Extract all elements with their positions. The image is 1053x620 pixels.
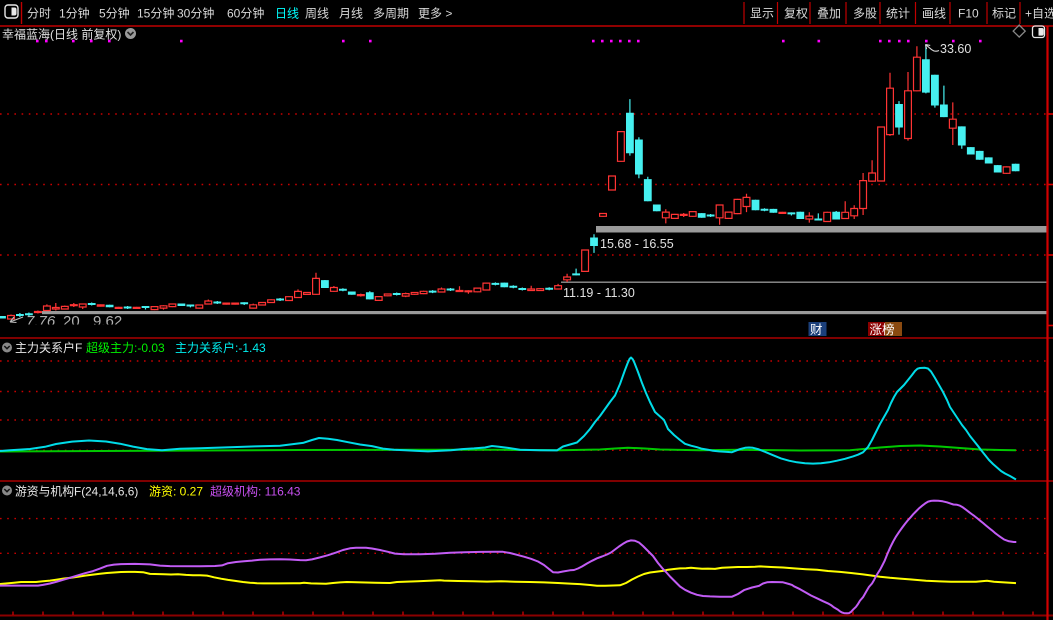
svg-text:15.68 - 16.55: 15.68 - 16.55 xyxy=(600,237,674,251)
svg-text:5分钟: 5分钟 xyxy=(99,6,130,21)
svg-text:游资: 0.27: 游资: 0.27 xyxy=(149,485,203,499)
svg-text:60分钟: 60分钟 xyxy=(227,6,264,21)
svg-text:多周期: 多周期 xyxy=(373,7,409,21)
svg-text:33.60: 33.60 xyxy=(940,42,971,56)
svg-text:超级主力:-0.03: 超级主力:-0.03 xyxy=(86,340,165,355)
svg-text:月线: 月线 xyxy=(339,7,363,21)
svg-text:财: 财 xyxy=(810,323,823,337)
svg-text:主力关系户:-1.43: 主力关系户:-1.43 xyxy=(175,340,266,355)
svg-text:分时: 分时 xyxy=(27,7,51,21)
svg-text:幸福蓝海(日线 前复权): 幸福蓝海(日线 前复权) xyxy=(2,27,121,42)
svg-text:显示: 显示 xyxy=(750,7,774,21)
svg-text:30分钟: 30分钟 xyxy=(177,6,214,21)
svg-text:超级机构: 116.43: 超级机构: 116.43 xyxy=(210,484,301,499)
svg-text:15分钟: 15分钟 xyxy=(137,6,174,21)
svg-text:涨榜: 涨榜 xyxy=(870,322,895,337)
svg-text:多股: 多股 xyxy=(853,7,877,21)
svg-text:1分钟: 1分钟 xyxy=(59,6,90,21)
svg-text:11.19 - 11.30: 11.19 - 11.30 xyxy=(563,286,635,300)
svg-text:+自选: +自选 xyxy=(1025,7,1053,21)
svg-text:F10: F10 xyxy=(958,7,979,21)
svg-text:游资与机构F(24,14,6,6): 游资与机构F(24,14,6,6) xyxy=(15,485,138,499)
svg-text:周线: 周线 xyxy=(305,7,329,21)
svg-text:日线: 日线 xyxy=(275,7,299,21)
svg-text:画线: 画线 xyxy=(922,7,946,21)
svg-text:复权: 复权 xyxy=(784,7,808,21)
svg-text:标记: 标记 xyxy=(992,7,1016,21)
svg-text:更多 >: 更多 > xyxy=(418,7,452,21)
svg-text:主力关系户F: 主力关系户F xyxy=(15,340,82,355)
svg-text:统计: 统计 xyxy=(886,7,910,21)
svg-text:叠加: 叠加 xyxy=(817,7,841,21)
